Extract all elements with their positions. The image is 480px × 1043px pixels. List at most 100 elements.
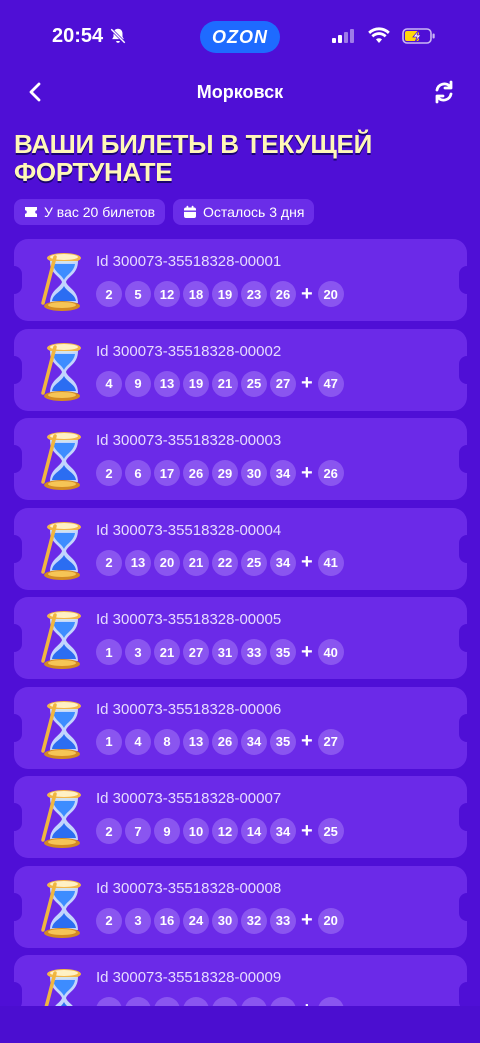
number-ball: 35 [270,728,296,755]
ticket-id: Id 300073-35518328-00003 [96,432,282,449]
number-ball: 26 [270,281,296,307]
ticket-icon [25,207,37,217]
plus-sign: + [301,551,313,573]
plus-sign: + [301,372,313,394]
nav-bar: Морковск [0,72,480,112]
hourglass-icon [41,611,81,669]
number-ball: 14 [241,818,267,844]
bonus-ball: 41 [317,549,344,576]
number-ball: 27 [183,639,209,665]
number-ball: 30 [270,997,296,1006]
back-button[interactable] [22,78,50,106]
ticket-card[interactable]: Id 300073-35518328-000092151616172830+4 [14,955,468,1006]
ticket-id: Id 300073-35518328-00005 [96,611,282,628]
bonus-ball: 20 [317,281,344,307]
number-ball: 2 [96,818,122,844]
number-ball: 19 [212,281,238,307]
ticket-id: Id 300073-35518328-00006 [96,700,282,718]
ticket-card[interactable]: Id 300073-35518328-00004 2 13 20 21 22 25 34 +41 [14,507,468,590]
number-ball: 5 [125,281,151,307]
bottom-area [0,1006,480,1043]
plus-sign: + [301,282,313,305]
plus-sign: + [301,640,313,663]
number-ball: 4 [96,370,122,397]
ozon-logo: OZON [200,21,280,53]
number-ball: 8 [154,728,180,755]
ticket-card[interactable]: Id 300073-35518328-00001 2 5 12 18 19 23 26 +20 [14,239,468,321]
number-ball: 21 [183,549,209,576]
plus-sign: + [301,819,313,842]
number-ball: 4 [125,728,151,755]
number-ball: 21 [154,639,180,665]
ticket-card[interactable]: Id 300073-35518328-00005 1 3 21 27 31 33 35 +40 [14,597,468,679]
bonus-ball: 40 [317,639,344,665]
number-ball: 33 [270,907,296,934]
number-ball: 30 [212,907,238,934]
bonus-ball: 25 [317,818,344,844]
number-ball: 13 [154,370,180,397]
number-ball: 7 [125,818,151,844]
number-ball: 33 [241,639,267,665]
number-ball: 10 [183,818,209,844]
hourglass-icon [41,700,81,759]
number-ball: 13 [125,549,151,576]
ticket-card[interactable]: Id 300073-35518328-00002 4 9 13 19 21 25 27 +47 [14,328,468,411]
number-ball: 13 [183,728,209,755]
hourglass-icon [41,521,81,580]
ticket-id: Id 300073-35518328-00002 [96,342,282,360]
plus-sign: + [301,999,313,1007]
ticket-card[interactable]: Id 300073-35518328-00007 2 7 9 10 12 14 34 +25 [14,776,468,858]
ticket-numbers: 2 3 16 24 30 32 33 +20 [96,907,344,934]
section-heading: ВАШИ БИЛЕТЫ В ТЕКУЩЕЙ ФОРТУНАТЕ [14,129,372,187]
ticket-numbers: 2 5 12 18 19 23 26 +20 [96,281,344,307]
number-ball: 16 [154,997,180,1006]
number-ball: 25 [241,549,267,576]
ticket-card[interactable]: Id 300073-35518328-00003 2 6 17 26 29 30 34 +26 [14,418,468,500]
number-ball: 35 [270,639,296,665]
number-ball: 28 [241,997,267,1006]
bonus-ball: 47 [317,370,344,397]
number-ball: 24 [183,907,209,934]
info-chips: У вас 20 билетов Осталось 3 дня [14,199,315,225]
number-ball: 34 [270,818,296,844]
hourglass-icon [41,432,81,490]
page-title: Морковск [196,81,284,102]
ticket-id: Id 300073-35518328-00009 [96,969,282,986]
tickets-count-chip: У вас 20 билетов [14,199,166,225]
ticket-numbers: 2 6 17 26 29 30 34 +26 [96,460,344,486]
bonus-ball: 20 [317,907,344,934]
days-left-label: Осталось 3 дня [203,204,305,220]
number-ball: 23 [241,281,267,307]
number-ball: 1 [96,728,122,755]
number-ball: 15 [125,997,151,1006]
number-ball: 2 [96,907,122,934]
number-ball: 17 [154,460,180,486]
number-ball: 12 [212,818,238,844]
number-ball: 22 [212,549,238,576]
bonus-ball: 27 [317,728,344,755]
number-ball: 3 [125,907,151,934]
number-ball: 34 [270,549,296,576]
number-ball: 1 [96,639,122,665]
number-ball: 21 [212,370,238,397]
status-icons [332,27,436,45]
ticket-card[interactable]: Id 300073-35518328-00006 1 4 8 13 26 34 35 +27 [14,686,468,769]
refresh-button[interactable] [430,78,458,106]
number-ball: 27 [270,370,296,397]
number-ball: 17 [212,997,238,1006]
ticket-numbers: 1 3 21 27 31 33 35 +40 [96,639,344,665]
wifi-icon [368,27,390,43]
number-ball: 16 [154,907,180,934]
number-ball: 2 [96,549,122,576]
plus-sign: + [301,909,313,931]
ticket-id: Id 300073-35518328-00001 [96,253,282,270]
status-time: 20:54 [52,24,104,47]
number-ball: 18 [183,281,209,307]
number-ball: 29 [212,460,238,486]
hourglass-icon [41,879,81,938]
hourglass-icon [41,790,81,848]
ticket-numbers: 2151616172830+4 [96,997,344,1006]
ticket-id: Id 300073-35518328-00004 [96,521,282,539]
ticket-card[interactable]: Id 300073-35518328-00008 2 3 16 24 30 32 33 +20 [14,865,468,948]
tickets-count-label: У вас 20 билетов [44,204,156,220]
